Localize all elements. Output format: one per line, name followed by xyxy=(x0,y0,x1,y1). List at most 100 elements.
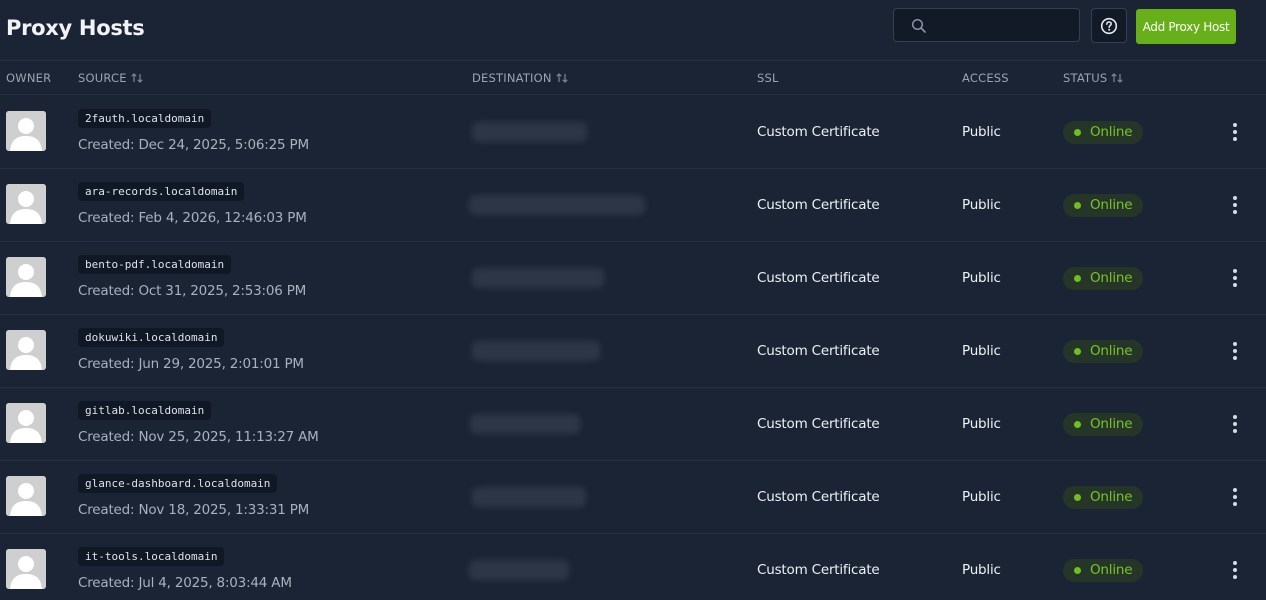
status-dot-icon xyxy=(1074,129,1081,136)
user-avatar-icon xyxy=(6,476,46,516)
search-input[interactable] xyxy=(936,14,1076,38)
table-row: 2fauth.localdomain Created: Dec 24, 2025,… xyxy=(0,95,1266,169)
row-actions-menu-button[interactable] xyxy=(1226,558,1244,582)
ssl-value: Custom Certificate xyxy=(757,124,880,140)
table-row: ara-records.localdomain Created: Feb 4, 2… xyxy=(0,168,1266,242)
destination-blurred[interactable] xyxy=(470,414,580,434)
avatar xyxy=(6,549,46,589)
source-domain[interactable]: gitlab.localdomain xyxy=(78,401,212,420)
kebab-dot-icon xyxy=(1233,422,1237,426)
status-label: Online xyxy=(1090,343,1133,359)
column-access-label: ACCESS xyxy=(962,71,1009,85)
kebab-dot-icon xyxy=(1233,276,1237,280)
table-header: OWNER SOURCE DESTINATION SSL ACCESS STAT… xyxy=(0,61,1266,95)
avatar xyxy=(6,403,46,443)
access-value: Public xyxy=(962,270,1001,286)
kebab-dot-icon xyxy=(1233,415,1237,419)
column-status-label: STATUS xyxy=(1063,71,1108,85)
ssl-value: Custom Certificate xyxy=(757,489,880,505)
row-actions-menu-button[interactable] xyxy=(1226,339,1244,363)
column-ssl-label: SSL xyxy=(757,71,779,85)
kebab-dot-icon xyxy=(1233,210,1237,214)
row-actions-menu-button[interactable] xyxy=(1226,193,1244,217)
row-actions-menu-button[interactable] xyxy=(1226,485,1244,509)
source-domain[interactable]: bento-pdf.localdomain xyxy=(78,255,232,274)
avatar xyxy=(6,184,46,224)
ssl-value: Custom Certificate xyxy=(757,343,880,359)
status-label: Online xyxy=(1090,124,1133,140)
destination-blurred[interactable] xyxy=(472,487,586,507)
status-label: Online xyxy=(1090,562,1133,578)
kebab-dot-icon xyxy=(1233,502,1237,506)
status-label: Online xyxy=(1090,270,1133,286)
status-dot-icon xyxy=(1074,567,1081,574)
status-dot-icon xyxy=(1074,348,1081,355)
ssl-value: Custom Certificate xyxy=(757,416,880,432)
row-actions-menu-button[interactable] xyxy=(1226,120,1244,144)
created-date: Created: Dec 24, 2025, 5:06:25 PM xyxy=(78,137,309,153)
column-destination[interactable]: DESTINATION xyxy=(472,71,568,85)
ssl-value: Custom Certificate xyxy=(757,197,880,213)
sort-icon xyxy=(556,73,568,83)
status-badge: Online xyxy=(1063,413,1143,436)
ssl-value: Custom Certificate xyxy=(757,562,880,578)
avatar xyxy=(6,330,46,370)
kebab-dot-icon xyxy=(1233,575,1237,579)
source-domain[interactable]: dokuwiki.localdomain xyxy=(78,328,225,347)
page-header: Proxy Hosts Add Proxy Host xyxy=(0,0,1266,61)
proxy-hosts-page: Proxy Hosts Add Proxy Host OWNER SOURCE … xyxy=(0,0,1266,600)
access-value: Public xyxy=(962,343,1001,359)
search-box[interactable] xyxy=(893,8,1080,42)
column-access: ACCESS xyxy=(962,71,1009,85)
table-row: it-tools.localdomain Created: Jul 4, 2025… xyxy=(0,533,1266,600)
row-actions-menu-button[interactable] xyxy=(1226,266,1244,290)
kebab-dot-icon xyxy=(1233,561,1237,565)
source-domain[interactable]: glance-dashboard.localdomain xyxy=(78,474,278,493)
column-status[interactable]: STATUS xyxy=(1063,71,1123,85)
column-source-label: SOURCE xyxy=(78,71,127,85)
access-value: Public xyxy=(962,489,1001,505)
access-value: Public xyxy=(962,416,1001,432)
status-badge: Online xyxy=(1063,559,1143,582)
status-badge: Online xyxy=(1063,267,1143,290)
kebab-dot-icon xyxy=(1233,137,1237,141)
search-icon xyxy=(911,18,926,33)
add-proxy-host-button[interactable]: Add Proxy Host xyxy=(1136,9,1236,44)
status-badge: Online xyxy=(1063,121,1143,144)
source-domain[interactable]: it-tools.localdomain xyxy=(78,547,225,566)
created-date: Created: Jun 29, 2025, 2:01:01 PM xyxy=(78,356,304,372)
source-domain[interactable]: 2fauth.localdomain xyxy=(78,109,212,128)
kebab-dot-icon xyxy=(1233,349,1237,353)
destination-blurred[interactable] xyxy=(472,268,604,288)
kebab-dot-icon xyxy=(1233,429,1237,433)
destination-blurred[interactable] xyxy=(472,122,587,142)
help-button[interactable] xyxy=(1091,8,1127,43)
access-value: Public xyxy=(962,197,1001,213)
avatar xyxy=(6,257,46,297)
column-destination-label: DESTINATION xyxy=(472,71,552,85)
user-avatar-icon xyxy=(6,403,46,443)
user-avatar-icon xyxy=(6,184,46,224)
destination-blurred[interactable] xyxy=(469,195,645,215)
source-domain[interactable]: ara-records.localdomain xyxy=(78,182,245,201)
column-source[interactable]: SOURCE xyxy=(78,71,143,85)
created-date: Created: Nov 18, 2025, 1:33:31 PM xyxy=(78,502,310,518)
table-row: glance-dashboard.localdomain Created: Nov… xyxy=(0,460,1266,534)
sort-icon xyxy=(131,73,143,83)
avatar xyxy=(6,111,46,151)
created-date: Created: Oct 31, 2025, 2:53:06 PM xyxy=(78,283,307,299)
created-date: Created: Nov 25, 2025, 11:13:27 AM xyxy=(78,429,319,445)
row-actions-menu-button[interactable] xyxy=(1226,412,1244,436)
destination-blurred[interactable] xyxy=(472,341,600,361)
status-badge: Online xyxy=(1063,340,1143,363)
status-dot-icon xyxy=(1074,494,1081,501)
status-dot-icon xyxy=(1074,421,1081,428)
status-label: Online xyxy=(1090,197,1133,213)
table-row: gitlab.localdomain Created: Nov 25, 2025,… xyxy=(0,387,1266,461)
column-owner-label: OWNER xyxy=(6,71,52,85)
kebab-dot-icon xyxy=(1233,283,1237,287)
column-ssl: SSL xyxy=(757,71,779,85)
sort-icon xyxy=(1111,73,1123,83)
kebab-dot-icon xyxy=(1233,568,1237,572)
destination-blurred[interactable] xyxy=(469,560,569,580)
